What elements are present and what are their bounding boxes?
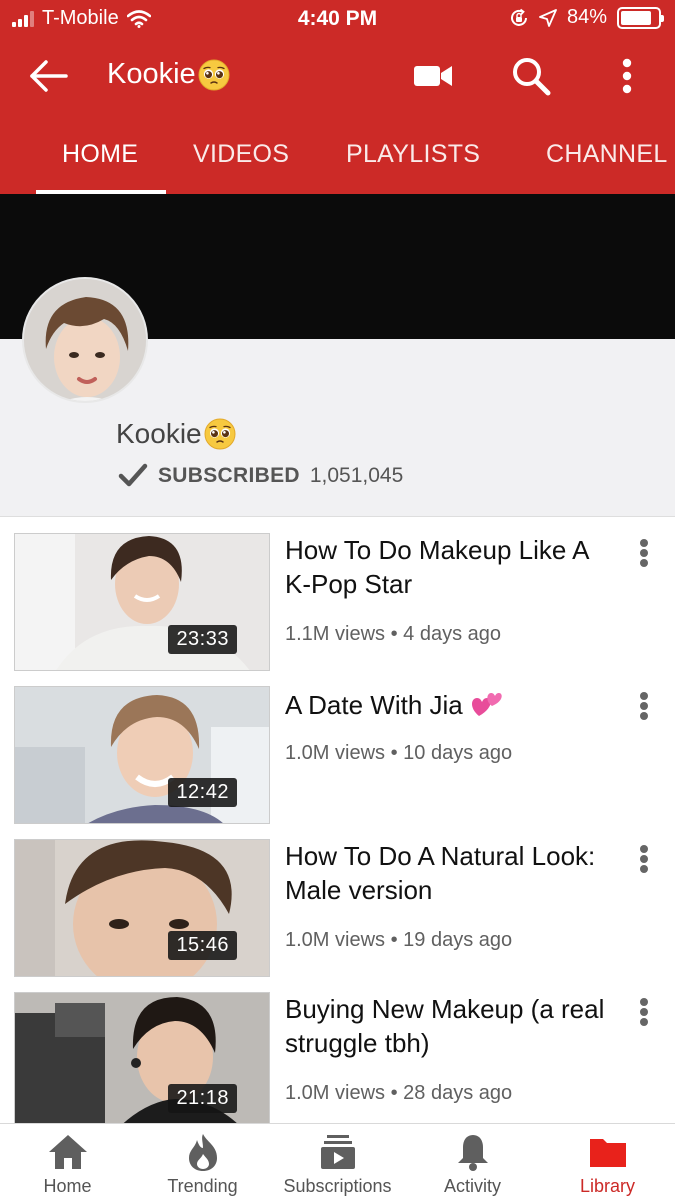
channel-name-text: Kookie: [116, 418, 202, 449]
video-more-button[interactable]: [634, 841, 654, 877]
search-button[interactable]: [510, 56, 552, 96]
two-hearts-icon: [471, 693, 502, 716]
tab-videos[interactable]: VIDEOS: [193, 140, 289, 169]
meta-separator: •: [390, 1082, 398, 1104]
meta-separator: •: [390, 623, 398, 645]
subscribe-button[interactable]: SUBSCRIBED: [118, 463, 300, 489]
video-more-button[interactable]: [634, 994, 654, 1030]
video-title[interactable]: How To Do Makeup Like A K-Pop Star: [285, 533, 615, 601]
video-item[interactable]: 12:42 A Date With Jia 1.0M views • 10 da…: [0, 686, 675, 828]
nav-label: Library: [579, 1176, 636, 1196]
video-title[interactable]: A Date With Jia: [285, 686, 615, 722]
battery-percent: 84%: [566, 6, 607, 28]
video-title-text: A Date With Jia: [285, 690, 463, 720]
app-header: T-Mobile 4:40 PM 84% Kookie HOME VIDEOS …: [0, 0, 675, 194]
checkmark-icon: [118, 463, 148, 487]
battery-icon: [617, 6, 664, 29]
video-meta: 1.0M views • 10 days ago: [285, 742, 512, 765]
nav-label: Home: [43, 1176, 92, 1196]
tab-channels[interactable]: CHANNEL: [546, 140, 668, 169]
more-vert-icon: [622, 58, 632, 94]
nav-subscriptions[interactable]: Subscriptions: [270, 1124, 405, 1200]
video-item[interactable]: 15:46 How To Do A Natural Look: Male ver…: [0, 839, 675, 981]
video-more-button[interactable]: [634, 688, 654, 724]
meta-separator: •: [390, 929, 398, 951]
pleading-face-icon: [198, 59, 230, 91]
subscriptions-icon: [320, 1135, 355, 1169]
folder-icon: [589, 1139, 626, 1167]
video-title[interactable]: Buying New Makeup (a real struggle tbh): [285, 992, 615, 1060]
video-views: 1.0M views: [285, 1082, 386, 1104]
channel-avatar[interactable]: [22, 277, 148, 403]
nav-activity[interactable]: Activity: [405, 1124, 540, 1200]
bottom-navigation: Home Trending Subscriptions Activity Lib…: [0, 1123, 675, 1200]
subscription-row: SUBSCRIBED 1,051,045: [118, 463, 403, 489]
meta-separator: •: [390, 742, 398, 764]
video-views: 1.1M views: [285, 623, 386, 645]
video-title[interactable]: How To Do A Natural Look: Male version: [285, 839, 615, 907]
nav-label: Trending: [167, 1176, 238, 1196]
nav-label: Subscriptions: [283, 1176, 392, 1196]
page-title: Kookie: [107, 58, 230, 91]
nav-home[interactable]: Home: [0, 1124, 135, 1200]
video-duration: 23:33: [168, 625, 237, 654]
video-meta: 1.1M views • 4 days ago: [285, 623, 501, 646]
bell-icon: [457, 1135, 488, 1171]
nav-trending[interactable]: Trending: [135, 1124, 270, 1200]
video-age: 19 days ago: [403, 929, 513, 951]
more-options-button[interactable]: [612, 56, 642, 96]
back-button[interactable]: [26, 56, 74, 96]
status-right: 84%: [509, 6, 664, 29]
video-thumbnail[interactable]: 15:46: [14, 839, 270, 977]
video-age: 4 days ago: [403, 623, 502, 645]
back-arrow-icon: [30, 60, 68, 92]
nav-library[interactable]: Library: [540, 1124, 675, 1200]
search-icon: [513, 58, 551, 96]
video-duration: 12:42: [168, 778, 237, 807]
video-views: 1.0M views: [285, 929, 386, 951]
video-duration: 21:18: [168, 1084, 237, 1113]
video-thumbnail[interactable]: 12:42: [14, 686, 270, 824]
video-more-button[interactable]: [634, 535, 654, 571]
avatar-image: [24, 279, 146, 401]
home-icon: [48, 1135, 87, 1169]
flame-icon: [188, 1134, 217, 1171]
channel-tabs: HOME VIDEOS PLAYLISTS CHANNEL: [0, 132, 675, 194]
subscriber-count: 1,051,045: [309, 464, 404, 487]
channel-name: Kookie: [116, 418, 236, 450]
status-bar: T-Mobile 4:40 PM 84%: [0, 0, 675, 40]
toolbar: Kookie: [0, 44, 675, 108]
page-title-text: Kookie: [107, 58, 196, 90]
video-thumbnail[interactable]: 21:18: [14, 992, 270, 1130]
location-icon: [539, 8, 557, 27]
camera-button[interactable]: [412, 56, 454, 96]
subscribed-label: SUBSCRIBED: [158, 464, 300, 487]
rotation-lock-icon: [511, 8, 527, 26]
video-meta: 1.0M views • 19 days ago: [285, 929, 512, 952]
video-age: 28 days ago: [403, 1082, 513, 1104]
nav-label: Activity: [443, 1176, 501, 1196]
video-meta: 1.0M views • 28 days ago: [285, 1082, 512, 1105]
video-item[interactable]: 21:18 Buying New Makeup (a real struggle…: [0, 992, 675, 1134]
video-age: 10 days ago: [403, 742, 513, 764]
video-item[interactable]: 23:33 How To Do Makeup Like A K-Pop Star…: [0, 533, 675, 675]
video-thumbnail[interactable]: 23:33: [14, 533, 270, 671]
video-camera-icon: [414, 66, 452, 86]
tab-playlists[interactable]: PLAYLISTS: [346, 140, 480, 169]
tab-home[interactable]: HOME: [62, 140, 138, 169]
video-duration: 15:46: [168, 931, 237, 960]
pleading-face-icon: [204, 418, 236, 450]
video-views: 1.0M views: [285, 742, 386, 764]
